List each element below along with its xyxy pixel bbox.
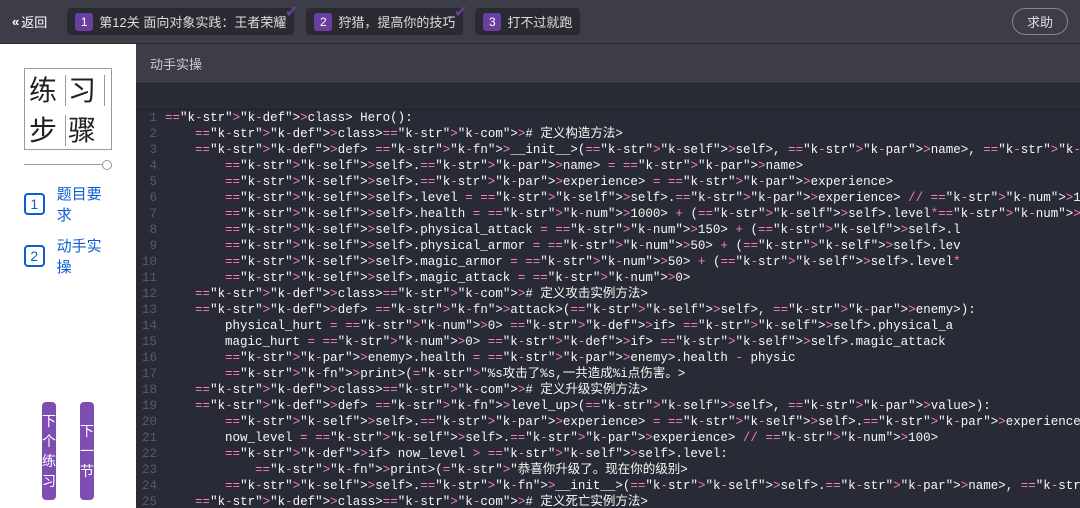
panel-title: 动手实操 xyxy=(150,54,202,73)
instructions-pane: 练习步骤 1 题目要求 2 动手实操 下个练习 下一节 xyxy=(0,44,136,508)
nav-label: 打不过就跑 xyxy=(507,12,572,31)
line-gutter: 1234567891011121314151617181920212223242… xyxy=(136,110,165,508)
nav-num: 3 xyxy=(483,13,501,31)
panel-header: 动手实操 重做 分享 xyxy=(136,44,1080,84)
nav-num: 1 xyxy=(75,13,93,31)
prev-exercise-button[interactable]: 下个练习 xyxy=(42,402,56,500)
code-content[interactable]: =="k-str">"k-def">>class> Hero(): =="k-s… xyxy=(165,110,1080,508)
check-icon: ✔ xyxy=(454,2,467,22)
help-button[interactable]: 求助 xyxy=(1012,8,1068,35)
next-section-button[interactable]: 下一节 xyxy=(80,402,94,500)
code-editor[interactable]: ⤢ ▦ ✎ 1234567891011121314151617181920212… xyxy=(136,84,1080,508)
section-title: 练习步骤 xyxy=(24,68,112,150)
chevron-left-icon: « xyxy=(12,14,17,29)
nav-num: 2 xyxy=(314,13,332,31)
back-label: 返回 xyxy=(21,12,47,31)
top-bar: « 返回 1第12关 面向对象实践：王者荣耀✔2狩猎，提高你的技巧✔3打不过就跑… xyxy=(0,0,1080,44)
nav-tab-1[interactable]: 1第12关 面向对象实践：王者荣耀✔ xyxy=(67,8,294,35)
step-num: 2 xyxy=(24,245,45,267)
step-link-1[interactable]: 1 题目要求 xyxy=(24,183,112,225)
step-num: 1 xyxy=(24,193,45,215)
step-label: 动手实操 xyxy=(57,235,112,277)
nav-tab-2[interactable]: 2狩猎，提高你的技巧✔ xyxy=(306,8,463,35)
nav-tab-3[interactable]: 3 打不过就跑 xyxy=(475,8,580,35)
step-link-2[interactable]: 2 动手实操 xyxy=(24,235,112,277)
nav-label: 狩猎，提高你的技巧 xyxy=(338,12,455,31)
nav-label: 第12关 面向对象实践：王者荣耀 xyxy=(99,12,286,31)
editor-toolbar: ⤢ ▦ ✎ xyxy=(136,84,1080,110)
step-label: 题目要求 xyxy=(57,183,112,225)
check-icon: ✔ xyxy=(285,2,298,22)
back-button[interactable]: « 返回 xyxy=(12,12,47,31)
divider xyxy=(24,164,112,165)
